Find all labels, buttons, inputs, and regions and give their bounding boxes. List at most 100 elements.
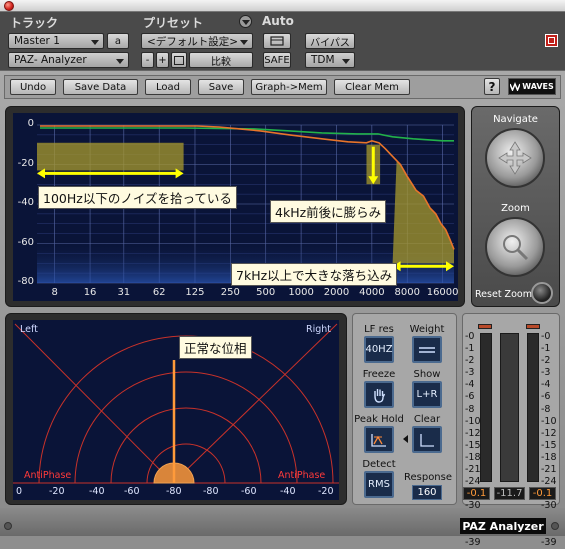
navigate-label: Navigate <box>493 114 538 125</box>
meter-scale-tick: -12 <box>465 427 481 439</box>
highlight-hf-drop <box>392 160 454 264</box>
cross-arrows-icon <box>498 141 532 175</box>
show-label: Show <box>413 369 441 380</box>
meter-scale-tick: -1 <box>541 343 551 355</box>
right-label: Right <box>306 324 332 335</box>
stereo-x-tick-label: -20 <box>318 486 334 497</box>
highlight-low-band <box>37 142 184 171</box>
meter-scale-tick: -10 <box>541 415 557 427</box>
peak-hold-label: Peak Hold <box>354 414 404 425</box>
stereo-x-tick-label: -20 <box>49 486 65 497</box>
x-tick-label: 8 <box>51 287 58 298</box>
antiphase-left-label: AntiPhase <box>24 470 72 481</box>
meter-scale-tick: -6 <box>541 391 551 403</box>
clip-indicator-right[interactable] <box>526 324 540 329</box>
x-tick-label: 31 <box>117 287 131 298</box>
y-tick-label: -80 <box>17 276 34 287</box>
antiphase-right-label: AntiPhase <box>278 470 326 481</box>
peak-readout-center[interactable]: -11.7 <box>494 487 525 500</box>
meter-scale-tick: -10 <box>465 415 481 427</box>
stereo-x-tick-label: 0 <box>16 486 23 497</box>
stereo-x-tick-label: -60 <box>241 486 257 497</box>
reset-zoom-label: Reset Zoom <box>475 289 532 300</box>
meter-scale-tick: -0 <box>541 331 551 342</box>
meter-scale-tick: -8 <box>465 403 475 415</box>
stereo-x-tick-label: -80 <box>166 486 182 497</box>
flat-weight-icon <box>419 346 435 353</box>
annotation-4khz-bump: 4kHz前後に膨らみ <box>270 200 387 223</box>
screw-icon <box>4 522 12 530</box>
stereo-x-tick-label: -80 <box>203 486 219 497</box>
x-tick-label: 4000 <box>359 287 385 298</box>
x-tick-label: 500 <box>256 287 276 298</box>
x-tick-label: 8000 <box>394 287 420 298</box>
meter-scale-tick: -39 <box>465 536 481 548</box>
x-tick-label: 16 <box>83 287 97 298</box>
meter-scale-tick: -2 <box>541 355 551 367</box>
level-meter-left <box>480 333 492 482</box>
freeze-label: Freeze <box>362 369 396 380</box>
navigate-knob[interactable] <box>485 128 545 188</box>
meter-scale-tick: -18 <box>465 451 481 463</box>
left-axis-line <box>14 323 174 484</box>
weight-button[interactable] <box>412 336 442 363</box>
meter-scale-tick: -4 <box>541 379 551 391</box>
lf-res-label: LF res <box>364 324 394 335</box>
annotation-normal-phase: 正常な位相 <box>179 336 252 359</box>
freeze-button[interactable] <box>364 381 394 408</box>
meter-scale-tick: -2 <box>465 355 475 367</box>
x-tick-label: 2000 <box>323 287 350 298</box>
level-meter-center <box>500 333 519 482</box>
show-button[interactable]: L+R <box>412 381 442 408</box>
meter-scale-tick: -3 <box>465 367 475 379</box>
x-tick-label: 62 <box>152 287 166 298</box>
left-label: Left <box>20 324 38 335</box>
y-tick-label: 0 <box>27 118 34 129</box>
peak-hold-button[interactable] <box>364 426 394 453</box>
detect-button[interactable]: RMS <box>364 471 394 498</box>
clear-button[interactable] <box>412 426 442 453</box>
stereo-x-tick-label: -60 <box>124 486 140 497</box>
zoom-label: Zoom <box>501 203 530 214</box>
meter-scale-tick: -39 <box>541 536 557 548</box>
product-name: PAZ Analyzer <box>460 518 546 534</box>
level-meter-right <box>527 333 539 482</box>
annotation-low-noise: 100Hz以下のノイズを拾っている <box>38 186 237 209</box>
x-tick-label: 1000 <box>288 287 314 298</box>
x-tick-label: 16000 <box>426 287 459 298</box>
peak-readout-right[interactable]: -0.1 <box>529 487 556 500</box>
y-tick-label: -60 <box>17 236 34 248</box>
meter-scale-tick: -18 <box>541 451 557 463</box>
clear-graph-icon <box>420 433 434 447</box>
meter-scale-tick: -1 <box>465 343 475 355</box>
x-tick-label: 125 <box>185 287 205 298</box>
response-label: Response <box>403 472 453 483</box>
peak-readout-left[interactable]: -0.1 <box>463 487 490 500</box>
zoom-knob[interactable] <box>485 217 545 277</box>
meter-scale-tick: -6 <box>465 391 475 403</box>
meter-scale-tick: -15 <box>541 439 557 451</box>
weight-label: Weight <box>409 324 445 335</box>
peak-hold-icon <box>371 433 386 447</box>
response-value[interactable]: 160 <box>412 485 442 500</box>
x-tick-label: 250 <box>220 287 240 298</box>
hand-icon <box>374 388 386 403</box>
lf-res-button[interactable]: 40HZ <box>364 336 394 363</box>
y-tick-label: -40 <box>17 197 34 208</box>
magnifier-icon <box>503 235 529 261</box>
meter-scale-tick: -21 <box>465 464 481 476</box>
stereo-x-tick-label: -40 <box>280 486 296 497</box>
reset-zoom-button[interactable] <box>531 282 553 304</box>
meter-scale-tick: -15 <box>465 439 481 451</box>
meter-scale-tick: -8 <box>541 403 551 415</box>
clear-pointer-icon <box>403 435 408 443</box>
meter-scale-tick: -12 <box>541 427 557 439</box>
meter-scale-tick: -3 <box>541 367 551 379</box>
meter-scale-tick: -0 <box>465 331 475 342</box>
annotation-7khz-drop: 7kHz以上で大きな落ち込み <box>231 263 398 286</box>
meter-scale-tick: -4 <box>465 379 475 391</box>
clip-indicator-left[interactable] <box>478 324 492 329</box>
meter-scale-tick: -21 <box>541 464 557 476</box>
screw-icon <box>551 522 559 530</box>
stereo-x-tick-label: -40 <box>89 486 105 497</box>
